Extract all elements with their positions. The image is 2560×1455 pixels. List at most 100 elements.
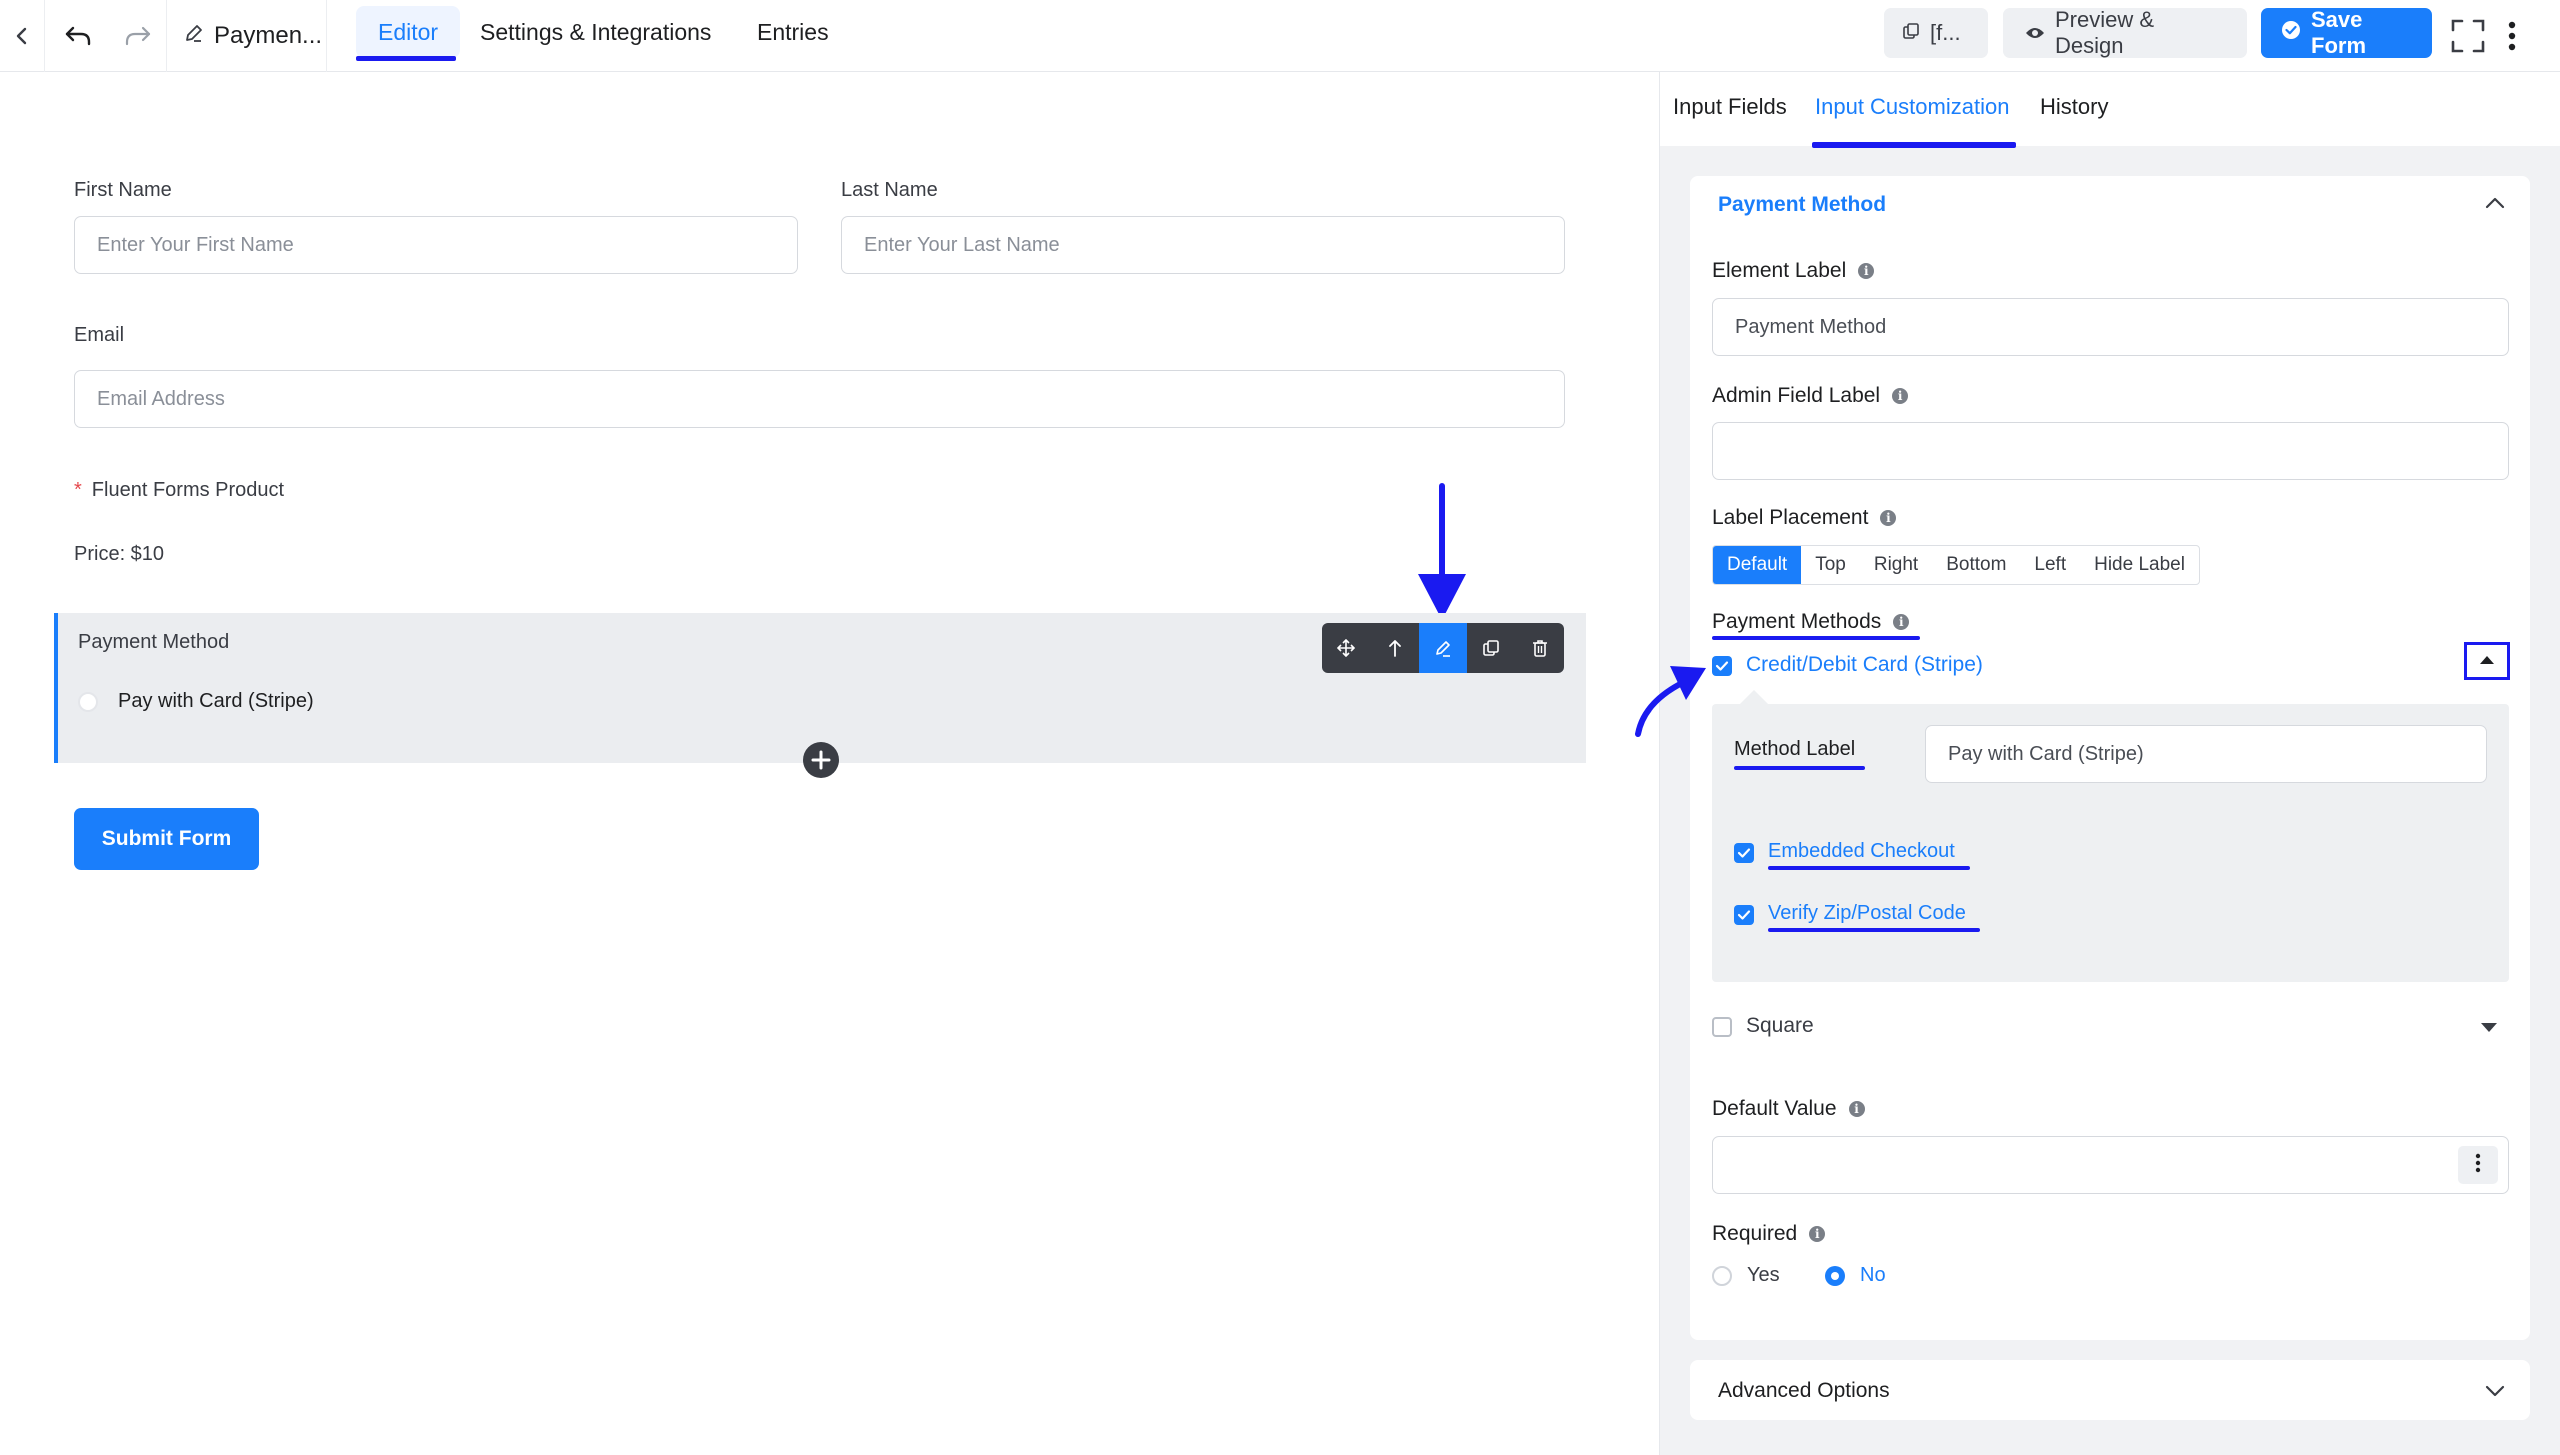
- info-icon[interactable]: i: [1858, 263, 1875, 279]
- submit-form-button[interactable]: Submit Form: [74, 808, 259, 870]
- undo-icon[interactable]: [56, 14, 100, 58]
- placement-left[interactable]: Left: [2020, 546, 2080, 584]
- placement-top[interactable]: Top: [1801, 546, 1860, 584]
- default-value-input[interactable]: [1712, 1136, 2509, 1194]
- verify-zip-checkbox[interactable]: [1734, 905, 1754, 925]
- tab-editor[interactable]: Editor: [356, 6, 461, 58]
- annotation-underline: [1712, 636, 1920, 640]
- pay-card-radio[interactable]: [78, 692, 98, 712]
- section-title[interactable]: Payment Method: [1718, 193, 1886, 217]
- move-icon[interactable]: [1322, 623, 1370, 673]
- check-circle-icon: [2281, 20, 2301, 46]
- shortcode-label: [f...: [1930, 20, 1961, 45]
- annotation-underline: [1734, 766, 1865, 770]
- last-name-label: Last Name: [841, 179, 938, 201]
- chevron-down-icon[interactable]: [2484, 1384, 2506, 1403]
- first-name-label: First Name: [74, 179, 172, 201]
- fullscreen-icon[interactable]: [2446, 14, 2490, 58]
- placement-hide-label[interactable]: Hide Label: [2080, 546, 2199, 584]
- required-title: Required i: [1712, 1222, 1826, 1246]
- add-field-icon[interactable]: [802, 741, 840, 784]
- annotation-underline: [1768, 866, 1970, 870]
- admin-field-label-title: Admin Field Label i: [1712, 384, 1909, 408]
- label-placement-text: Label Placement: [1712, 506, 1869, 529]
- smart-codes-button[interactable]: [2458, 1146, 2498, 1184]
- element-label-text: Element Label: [1712, 259, 1847, 282]
- tab-history[interactable]: History: [2040, 72, 2108, 142]
- last-name-input[interactable]: Enter Your Last Name: [841, 216, 1565, 274]
- advanced-options-label[interactable]: Advanced Options: [1718, 1379, 1890, 1403]
- more-vertical-icon[interactable]: [2492, 14, 2532, 58]
- placement-right[interactable]: Right: [1860, 546, 1932, 584]
- caret-down-icon[interactable]: [2480, 1020, 2498, 1038]
- required-no-radio[interactable]: [1825, 1266, 1845, 1286]
- back-icon[interactable]: [0, 14, 44, 58]
- email-input[interactable]: Email Address: [74, 370, 1565, 428]
- form-title[interactable]: Paymen...: [184, 0, 322, 72]
- tab-entries[interactable]: Entries: [757, 0, 829, 64]
- shortcode-button[interactable]: [f...: [1884, 8, 1988, 58]
- save-label: Save Form: [2311, 7, 2366, 58]
- required-yes-radio[interactable]: [1712, 1266, 1732, 1286]
- embedded-checkout-label[interactable]: Embedded Checkout: [1768, 840, 1955, 863]
- label-placement-segmented: Default Top Right Bottom Left Hide Label: [1712, 545, 2200, 585]
- element-label-title: Element Label i: [1712, 259, 1875, 283]
- tab-input-fields[interactable]: Input Fields: [1673, 72, 1787, 142]
- info-icon[interactable]: i: [1809, 1226, 1826, 1242]
- method-label-input[interactable]: Pay with Card (Stripe): [1925, 725, 2487, 783]
- info-icon[interactable]: i: [1880, 510, 1897, 526]
- panel-tabs: [1660, 72, 2560, 146]
- subpanel-pointer: [1740, 690, 1768, 704]
- first-name-input[interactable]: Enter Your First Name: [74, 216, 798, 274]
- eye-icon: [2025, 20, 2045, 46]
- placement-bottom[interactable]: Bottom: [1932, 546, 2020, 584]
- required-asterisk: *: [74, 479, 82, 501]
- payment-block-label: Payment Method: [78, 631, 230, 653]
- field-action-toolbar: [1322, 623, 1564, 673]
- preview-label: Preview & Design: [2055, 7, 2155, 58]
- label-placement-title: Label Placement i: [1712, 506, 1897, 530]
- method-label-title: Method Label: [1734, 738, 1856, 760]
- payment-methods-text: Payment Methods: [1712, 610, 1882, 633]
- form-title-text: Paymen...: [214, 22, 323, 49]
- info-icon[interactable]: i: [1848, 1101, 1865, 1117]
- annotation-underline: [1812, 142, 2016, 148]
- divider: [166, 0, 167, 72]
- square-checkbox[interactable]: [1712, 1017, 1732, 1037]
- product-price: Price: $10: [74, 543, 165, 565]
- redo-icon[interactable]: [116, 14, 160, 58]
- email-label: Email: [74, 324, 125, 346]
- verify-zip-label[interactable]: Verify Zip/Postal Code: [1768, 902, 1966, 925]
- stripe-method-label[interactable]: Credit/Debit Card (Stripe): [1746, 653, 1983, 677]
- collapse-stripe-button[interactable]: [2464, 642, 2510, 680]
- annotation-arrow-down: [1412, 482, 1472, 629]
- caret-up-icon: [2479, 652, 2495, 670]
- admin-label-text: Admin Field Label: [1712, 384, 1881, 407]
- save-form-button[interactable]: Save Form: [2261, 7, 2432, 58]
- chevron-up-icon[interactable]: [2484, 196, 2506, 215]
- more-vertical-icon: [2475, 1153, 2481, 1178]
- square-method-label[interactable]: Square: [1746, 1014, 1814, 1038]
- move-up-icon[interactable]: [1370, 623, 1418, 673]
- payment-methods-title: Payment Methods i: [1712, 610, 1910, 634]
- element-label-input[interactable]: Payment Method: [1712, 298, 2509, 356]
- info-icon[interactable]: i: [1892, 388, 1909, 404]
- info-icon[interactable]: i: [1893, 614, 1910, 630]
- duplicate-icon[interactable]: [1467, 623, 1515, 673]
- placement-default[interactable]: Default: [1713, 546, 1802, 584]
- annotation-underline: [356, 56, 456, 61]
- required-no-label[interactable]: No: [1860, 1264, 1886, 1287]
- preview-design-button[interactable]: Preview & Design: [2003, 7, 2247, 58]
- stripe-checkbox[interactable]: [1712, 656, 1732, 676]
- edit-icon[interactable]: [1418, 623, 1468, 673]
- trash-icon[interactable]: [1516, 623, 1564, 673]
- tab-input-customization[interactable]: Input Customization: [1815, 72, 2009, 142]
- required-yes-label[interactable]: Yes: [1747, 1264, 1780, 1287]
- default-value-text: Default Value: [1712, 1097, 1837, 1120]
- tab-settings-integrations[interactable]: Settings & Integrations: [480, 0, 711, 64]
- admin-field-label-input[interactable]: [1712, 422, 2509, 480]
- required-text: Required: [1712, 1222, 1798, 1245]
- annotation-curved-arrow: [1634, 658, 1716, 745]
- divider: [44, 0, 45, 72]
- embedded-checkout-checkbox[interactable]: [1734, 843, 1754, 863]
